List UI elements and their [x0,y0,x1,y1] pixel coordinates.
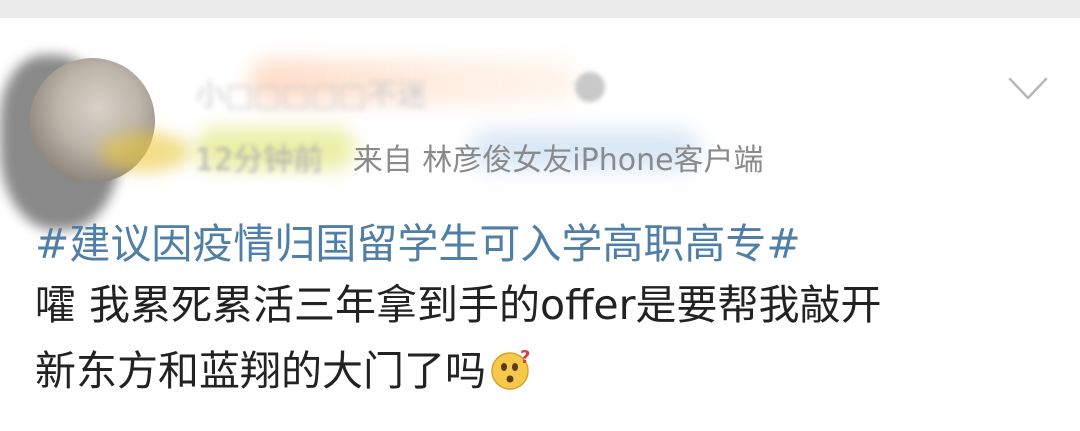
svg-text:?: ? [520,347,530,368]
post-time: 12分钟前 [195,143,324,178]
top-separator [0,0,1080,18]
post-body-line: 新东方和蓝翔的大门了吗 [35,347,486,395]
source-prefix: 来自 [352,143,413,178]
hashtag-link[interactable]: #建议因疫情归国留学生可入学高职高专# [35,210,801,270]
post-source[interactable]: 林彦俊女友iPhone客户端 [422,143,763,178]
thinking-face-emoji: ? [491,347,530,390]
post-body-line: 嚯 我累死累活三年拿到手的offer是要帮我敲开 [35,281,882,329]
post-body: 嚯 我累死累活三年拿到手的offer是要帮我敲开 新东方和蓝翔的大门了吗 ? [35,272,1055,404]
chevron-down-icon[interactable] [1008,76,1048,102]
post-body-line-last: 新东方和蓝翔的大门了吗 ? [35,338,1055,404]
username[interactable]: 小□□□□□不迷 [195,70,427,114]
vip-badge-icon [575,72,605,102]
avatar-redaction-highlight [100,132,190,172]
post-meta: 12分钟前 来自 林彦俊女友iPhone客户端 [195,135,764,179]
